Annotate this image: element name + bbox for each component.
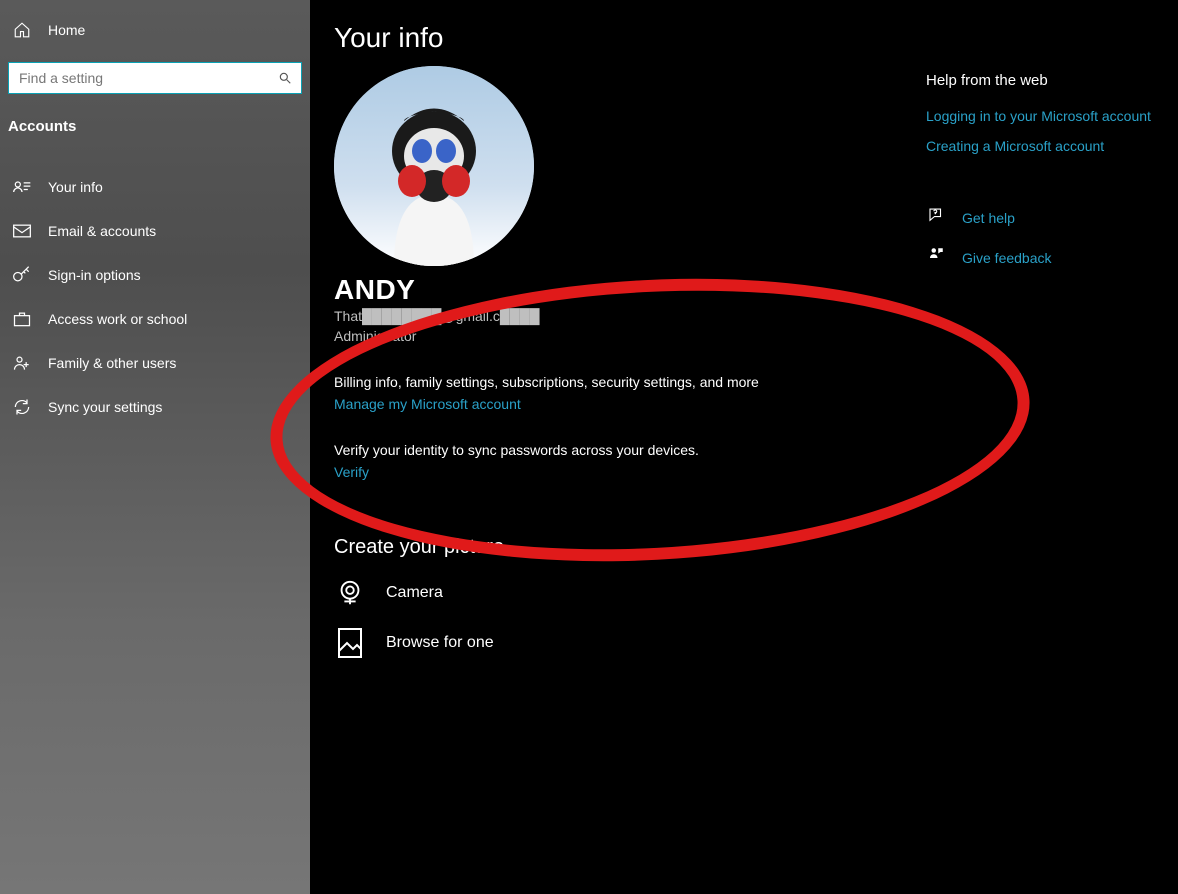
browse-option[interactable]: Browse for one bbox=[334, 627, 1178, 659]
help-link-create[interactable]: Creating a Microsoft account bbox=[926, 137, 1158, 157]
verify-block: Verify your identity to sync passwords a… bbox=[334, 442, 1178, 480]
user-email: That████████@gmail.c████ bbox=[334, 308, 1178, 324]
billing-info-text: Billing info, family settings, subscript… bbox=[334, 374, 1178, 390]
browse-label: Browse for one bbox=[386, 634, 494, 652]
person-card-icon bbox=[12, 177, 32, 197]
sidebar-item-label: Email & accounts bbox=[48, 223, 156, 239]
help-icon bbox=[926, 205, 946, 225]
help-link-login[interactable]: Logging in to your Microsoft account bbox=[926, 107, 1158, 127]
settings-sidebar: Home Accounts Your info bbox=[0, 0, 310, 894]
sidebar-item-label: Family & other users bbox=[48, 355, 176, 371]
feedback-row[interactable]: Give feedback bbox=[926, 244, 1158, 266]
mail-icon bbox=[12, 221, 32, 241]
nav-home-label: Home bbox=[48, 22, 85, 38]
browse-icon bbox=[334, 627, 366, 659]
sidebar-item-family[interactable]: Family & other users bbox=[8, 341, 302, 385]
manage-account-link[interactable]: Manage my Microsoft account bbox=[334, 396, 521, 412]
sidebar-item-access-work[interactable]: Access work or school bbox=[8, 297, 302, 341]
avatar bbox=[334, 66, 534, 266]
create-picture-heading: Create your picture bbox=[334, 536, 1178, 559]
key-icon bbox=[12, 265, 32, 285]
camera-option[interactable]: Camera bbox=[334, 577, 1178, 609]
camera-label: Camera bbox=[386, 584, 443, 602]
people-icon bbox=[12, 353, 32, 373]
help-panel: Help from the web Logging in to your Mic… bbox=[926, 72, 1158, 266]
sidebar-section-title: Accounts bbox=[8, 112, 302, 153]
username: ANDY bbox=[334, 274, 1178, 306]
sidebar-item-sync[interactable]: Sync your settings bbox=[8, 385, 302, 429]
page-title: Your info bbox=[334, 22, 1178, 54]
nav-home[interactable]: Home bbox=[8, 8, 302, 52]
feedback-link[interactable]: Give feedback bbox=[962, 250, 1052, 266]
help-from-web-title: Help from the web bbox=[926, 72, 1158, 89]
sidebar-nav-list: Your info Email & accounts Sign-in optio… bbox=[8, 165, 302, 429]
sidebar-item-label: Sync your settings bbox=[48, 399, 162, 415]
briefcase-icon bbox=[12, 309, 32, 329]
feedback-icon bbox=[926, 245, 946, 265]
verify-link[interactable]: Verify bbox=[334, 464, 369, 480]
sidebar-item-label: Sign-in options bbox=[48, 267, 141, 283]
camera-icon bbox=[334, 577, 366, 609]
get-help-link[interactable]: Get help bbox=[962, 210, 1015, 226]
sidebar-item-label: Your info bbox=[48, 179, 103, 195]
sidebar-item-email-accounts[interactable]: Email & accounts bbox=[8, 209, 302, 253]
user-role: Administrator bbox=[334, 328, 1178, 344]
home-icon bbox=[12, 20, 32, 40]
sync-icon bbox=[12, 397, 32, 417]
get-help-row[interactable]: Get help bbox=[926, 204, 1158, 226]
main-content: Your info bbox=[310, 0, 1178, 894]
search-input[interactable] bbox=[8, 62, 302, 94]
search-icon bbox=[278, 71, 292, 85]
sidebar-item-your-info[interactable]: Your info bbox=[8, 165, 302, 209]
verify-text: Verify your identity to sync passwords a… bbox=[334, 442, 1178, 458]
billing-info-block: Billing info, family settings, subscript… bbox=[334, 374, 1178, 412]
sidebar-item-label: Access work or school bbox=[48, 311, 187, 327]
search-container bbox=[8, 62, 302, 94]
sidebar-item-signin-options[interactable]: Sign-in options bbox=[8, 253, 302, 297]
